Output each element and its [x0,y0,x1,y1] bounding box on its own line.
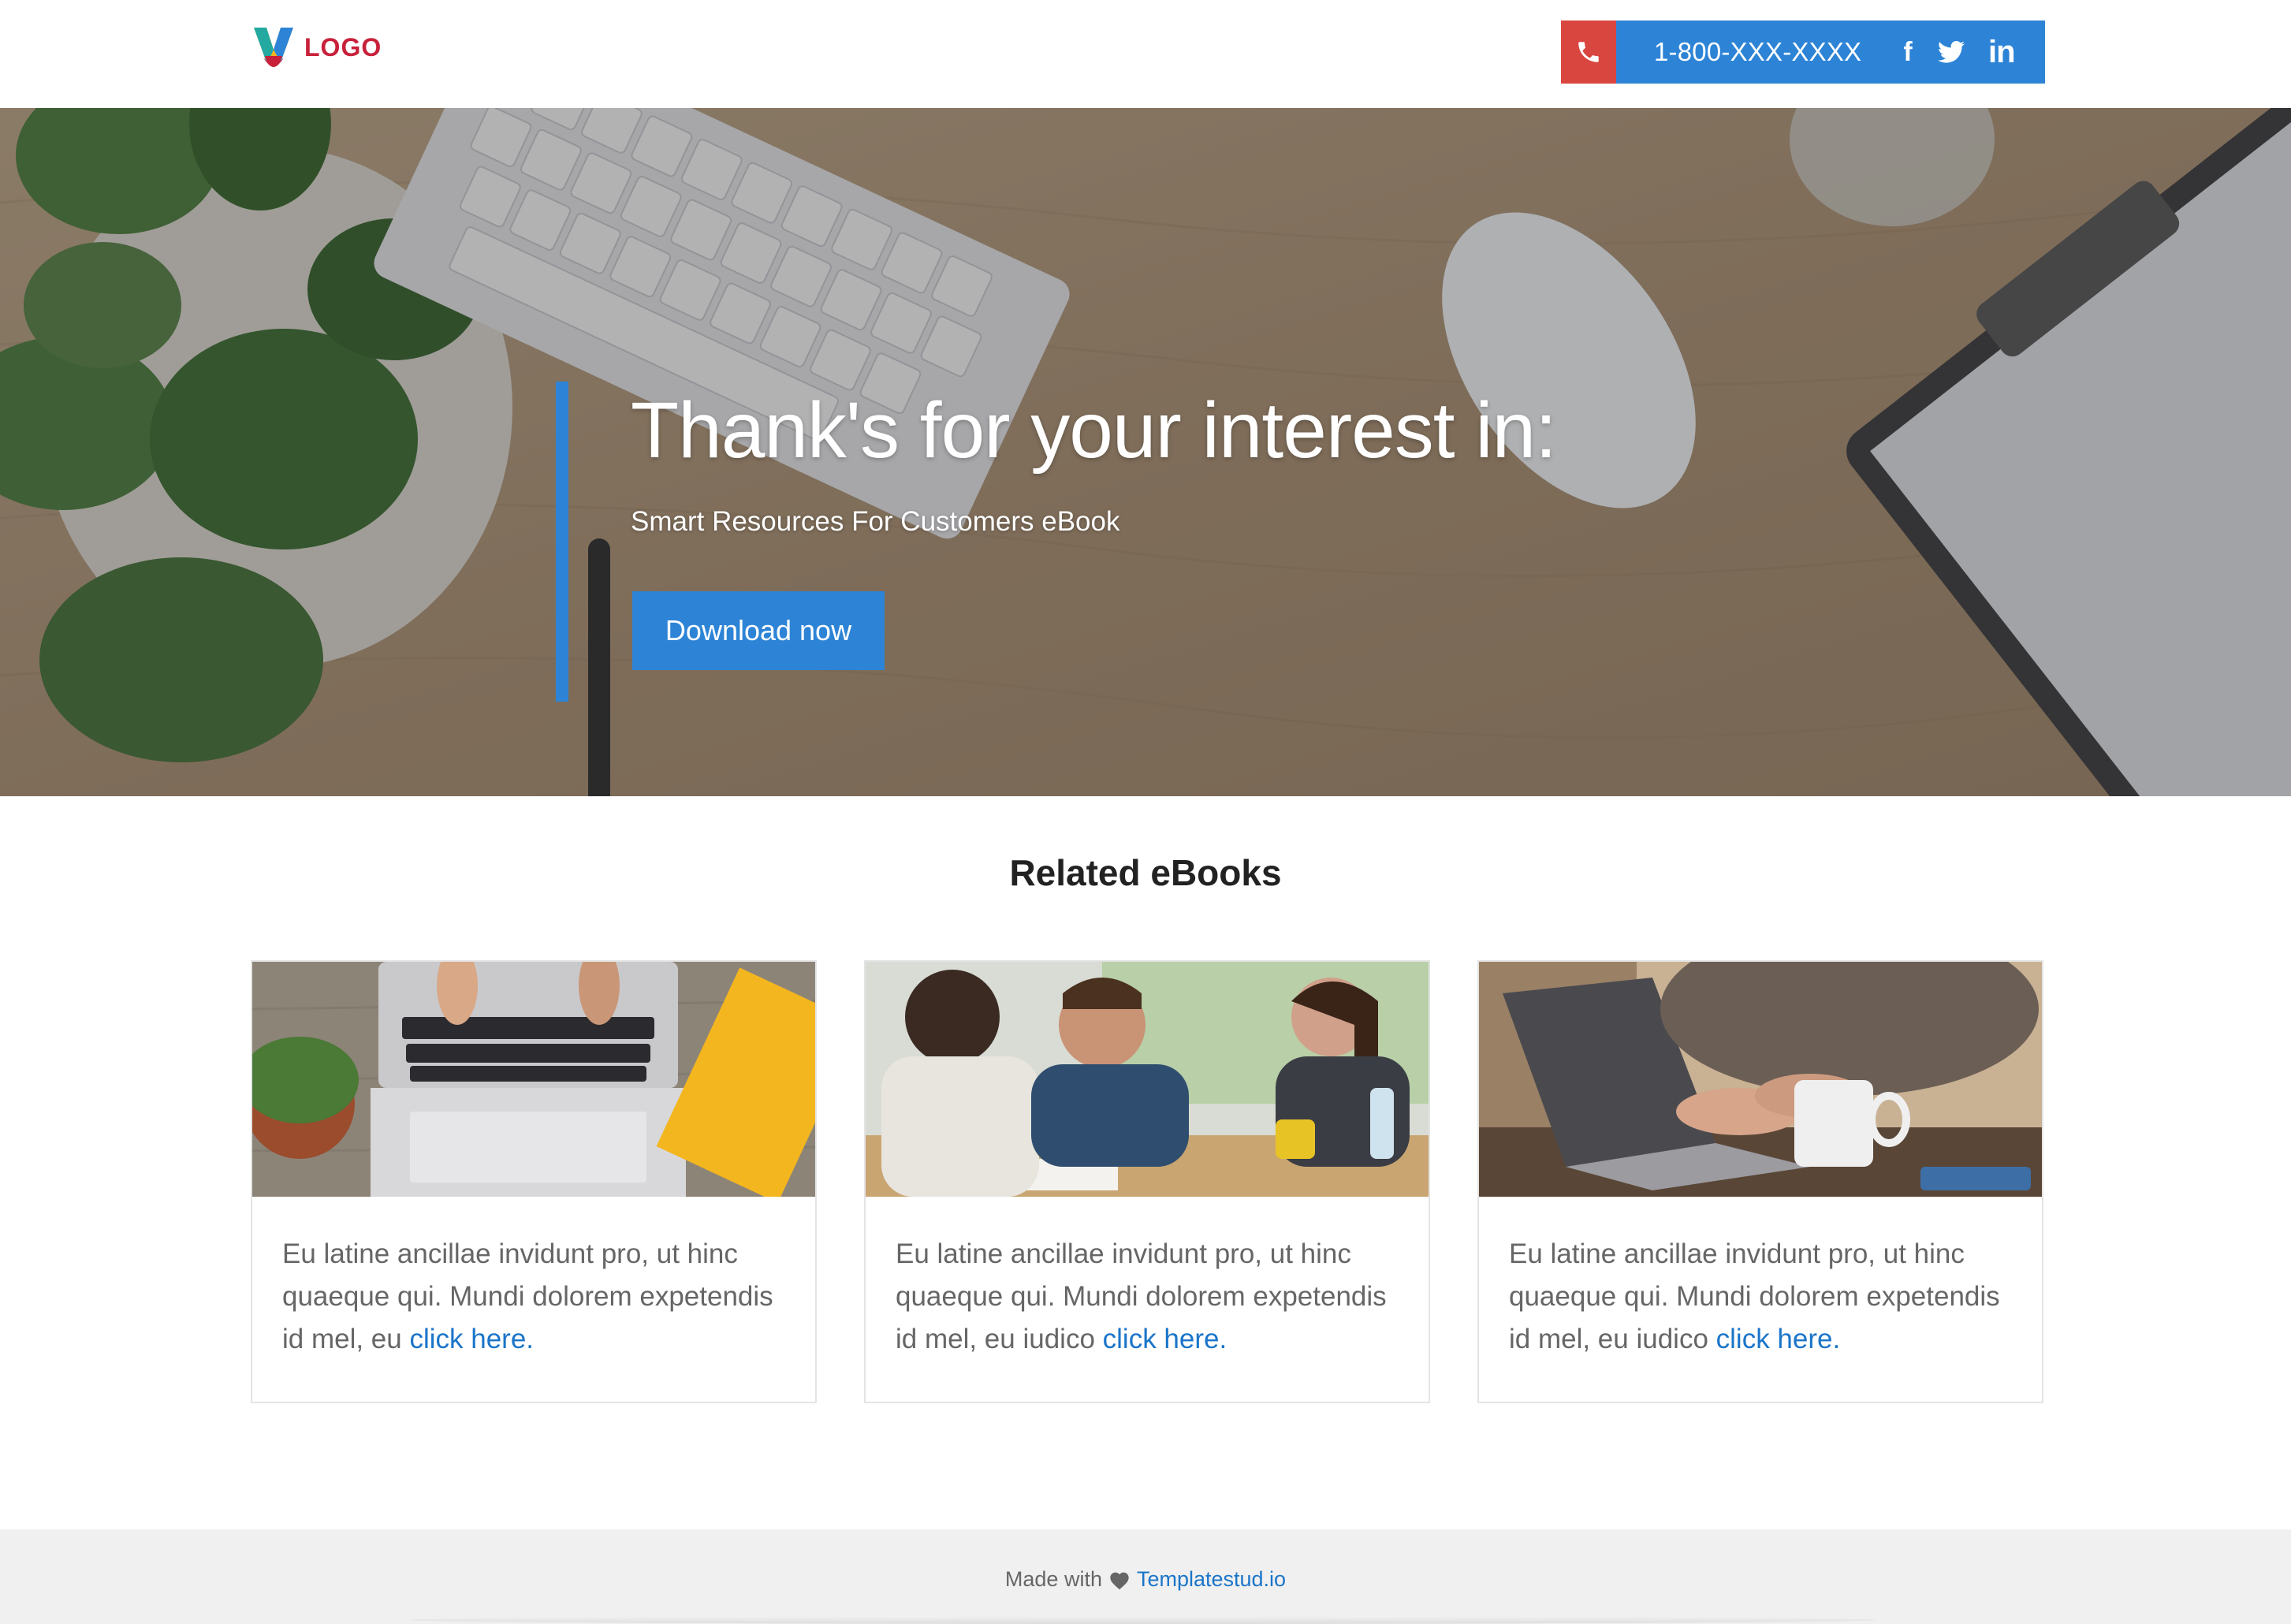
footer-shadow [410,1616,1876,1624]
social-links: f in [1902,35,2016,69]
made-with-text: Made with [1004,1567,1102,1591]
ebook-card-text: Eu latine ancillae invidunt pro, ut hinc… [252,1197,815,1361]
twitter-bird-glyph [1938,40,1965,63]
ebook-card-image[interactable] [252,962,815,1197]
twitter-icon[interactable] [1938,36,1965,68]
download-now-button[interactable]: Download now [632,591,885,670]
logo-mark-icon [254,28,293,67]
ebook-card: Eu latine ancillae invidunt pro, ut hinc… [251,960,817,1403]
hero-title: Thank's for your interest in: [631,386,1557,475]
click-here-link[interactable]: click here. [1716,1324,1841,1354]
templatestudio-link[interactable]: Templatestud.io [1137,1567,1286,1592]
phone-icon-box[interactable] [1561,20,1616,84]
facebook-icon[interactable]: f [1902,36,1914,68]
click-here-link[interactable]: click here. [409,1324,534,1354]
ebook-card-text: Eu latine ancillae invidunt pro, ut hinc… [1479,1197,2042,1361]
ebook-card-image[interactable] [1479,962,2042,1197]
ebook-card-text: Eu latine ancillae invidunt pro, ut hinc… [866,1197,1429,1361]
phone-number[interactable]: 1-800-XXX-XXXX [1654,37,1883,67]
ebook-card: Eu latine ancillae invidunt pro, ut hinc… [864,960,1430,1403]
site-footer: Made with Templatestud.io [0,1529,2291,1624]
click-here-link[interactable]: click here. [1103,1324,1227,1354]
contact-bar: 1-800-XXX-XXXX f in [1561,20,2045,84]
related-ebooks-heading: Related eBooks [1009,852,1282,893]
hero-banner: Thank's for your interest in: Smart Reso… [0,108,2291,796]
phone-icon [1578,42,1599,62]
ebook-card: Eu latine ancillae invidunt pro, ut hinc… [1477,960,2043,1403]
logo-text: LOGO [304,32,382,61]
logo[interactable]: LOGO [251,22,382,73]
heart-icon [1110,1572,1129,1589]
ebook-card-image[interactable] [866,962,1429,1197]
linkedin-icon[interactable]: in [1988,35,2016,69]
footer-credit: Made with Templatestud.io [0,1567,2291,1592]
hero-subtitle: Smart Resources For Customers eBook [631,506,1120,537]
site-header: LOGO 1-800-XXX-XXXX f in [0,0,2291,108]
hero-accent-bar [556,382,568,702]
